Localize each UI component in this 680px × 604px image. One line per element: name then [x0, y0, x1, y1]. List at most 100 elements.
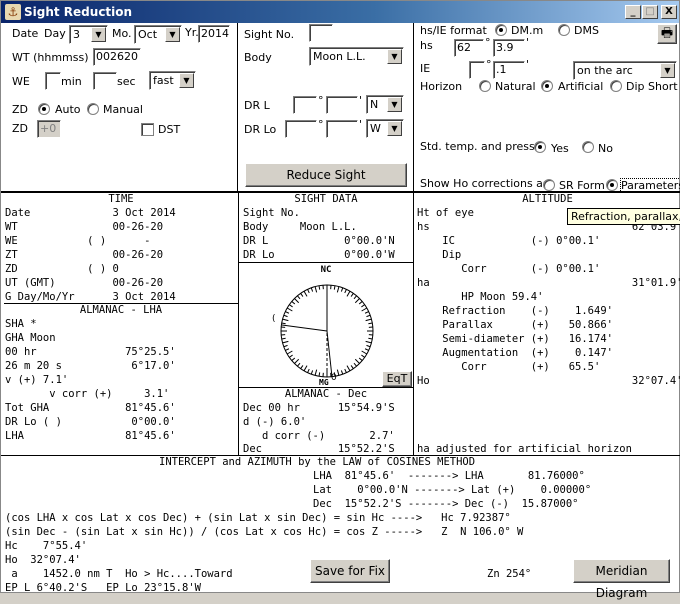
- altitude-line: Dip: [417, 248, 461, 262]
- reduce-sight-button[interactable]: Reduce Sight: [245, 163, 407, 187]
- meridian-diagram-label: Meridian Diagram: [596, 564, 648, 600]
- min-label: min: [61, 75, 82, 88]
- chevron-down-icon: ▼: [387, 97, 402, 112]
- altitude-line: ha 31°01.9': [417, 276, 680, 290]
- degree-symbol: °: [485, 36, 491, 49]
- format-dms-label: DMS: [574, 24, 599, 37]
- almanac-lha-line: LHA 81°45.6': [5, 429, 176, 443]
- hs-label: hs: [420, 39, 433, 52]
- dial-tick: [308, 289, 310, 293]
- dial-tick: [285, 349, 289, 351]
- we-direction-select[interactable]: fast▼: [149, 71, 196, 90]
- dial-tick: [308, 369, 310, 373]
- horizon-dipshort-radio[interactable]: [610, 80, 622, 92]
- dial-tick: [283, 341, 289, 343]
- hsie-format-label: hs/IE format: [420, 24, 487, 37]
- std-no-radio[interactable]: [582, 141, 594, 153]
- horizon-dipshort-label: Dip Short: [626, 80, 678, 93]
- time-line: ZT 00-26-20: [5, 248, 163, 262]
- ie-direction-value: on the arc: [577, 64, 633, 77]
- zd-manual-radio[interactable]: [87, 103, 99, 115]
- altitude-line: Augmentation (+) 0.147': [417, 346, 613, 360]
- horizon-artificial-radio[interactable]: [541, 80, 553, 92]
- save-for-fix-label: Save for Fix: [315, 564, 385, 578]
- dial-tick: [287, 308, 292, 311]
- dial-tick: [345, 369, 347, 373]
- year-input[interactable]: 2014: [198, 25, 230, 43]
- ie-min-input[interactable]: .1: [493, 61, 525, 79]
- degree-symbol: °: [318, 94, 324, 107]
- dial-tick: [368, 323, 372, 324]
- dst-label: DST: [158, 123, 180, 136]
- dial-tick: [315, 370, 317, 376]
- month-select[interactable]: Oct▼: [134, 25, 182, 44]
- almanac-lha-line: 00 hr 75°25.5': [5, 345, 176, 359]
- dial-tick: [301, 365, 303, 368]
- sight-no-input[interactable]: [309, 24, 333, 42]
- dial-tick: [297, 363, 300, 366]
- altitude-line: Corr (+) 65.5': [417, 360, 600, 374]
- almanac-dec-line: d (-) 6.0': [243, 415, 306, 429]
- formula-line: (sin Dec - (sin Lat x sin Hc)) / (cos La…: [5, 525, 523, 539]
- dr-lon-dir-select[interactable]: W▼: [366, 119, 404, 138]
- dial-tick: [359, 301, 362, 304]
- eqt-button[interactable]: EqT: [382, 371, 412, 387]
- we-sec-input[interactable]: [93, 72, 117, 90]
- close-button[interactable]: X: [661, 5, 677, 19]
- dr-lat-deg-input[interactable]: [293, 96, 317, 114]
- wt-input[interactable]: 002620: [93, 48, 141, 66]
- std-no-label: No: [598, 142, 613, 155]
- format-dmm-radio[interactable]: [495, 24, 507, 36]
- meridian-diagram-button[interactable]: Meridian Diagram: [573, 559, 670, 583]
- sr-form-radio[interactable]: [543, 179, 555, 191]
- dial-tick: [297, 296, 300, 299]
- ie-direction-select[interactable]: on the arc▼: [573, 61, 677, 80]
- dst-checkbox[interactable]: [141, 123, 154, 136]
- sight-data-line: DR Lo 0°00.0'W: [243, 248, 395, 262]
- title-bar[interactable]: ⚓ Sight Reduction _ □ X: [1, 1, 679, 23]
- we-min-input[interactable]: [45, 72, 61, 90]
- dial-tick: [337, 287, 339, 293]
- maximize-button[interactable]: □: [642, 5, 658, 19]
- dr-lon-min-input[interactable]: [326, 120, 358, 138]
- diagram-bottom-zero: 0: [331, 373, 337, 383]
- print-button[interactable]: 🖶: [657, 24, 677, 44]
- degree-symbol: °: [486, 58, 492, 71]
- time-line: G Day/Mo/Yr 3 Oct 2014: [5, 290, 176, 304]
- dr-lat-dir-select[interactable]: N▼: [366, 95, 404, 114]
- minimize-button[interactable]: _: [625, 5, 641, 19]
- dr-lat-min-input[interactable]: [326, 96, 358, 114]
- zd-auto-radio[interactable]: [38, 103, 50, 115]
- zd-input[interactable]: +0: [37, 120, 61, 138]
- dial-tick: [355, 298, 359, 302]
- almanac-lha-line: v corr (+) 3.1': [5, 387, 169, 401]
- minute-symbol: ': [359, 118, 362, 131]
- day-select[interactable]: 3▼: [69, 25, 108, 44]
- horizon-natural-label: Natural: [495, 80, 536, 93]
- hs-min-input[interactable]: 3.9: [493, 39, 525, 57]
- dial-tick: [341, 288, 342, 292]
- std-yes-radio[interactable]: [534, 141, 546, 153]
- hour-angle-line: [282, 325, 327, 331]
- parameters-radio[interactable]: [606, 179, 618, 191]
- altitude-line: Ho 32°07.4': [417, 374, 680, 388]
- dial-tick: [284, 345, 288, 346]
- almanac-dec-line: Dec 00 hr 15°54.9'S: [243, 401, 395, 415]
- minute-symbol: ': [359, 94, 362, 107]
- format-dms-radio[interactable]: [558, 24, 570, 36]
- we-label: WE: [12, 75, 30, 88]
- dial-tick: [311, 370, 312, 374]
- dr-lon-deg-input[interactable]: [285, 120, 317, 138]
- divider: [413, 193, 414, 455]
- altitude-line: Ht of eye: [417, 206, 474, 220]
- zd2-label: ZD: [12, 122, 28, 135]
- time-header: TIME: [5, 192, 237, 206]
- horizon-natural-radio[interactable]: [479, 80, 491, 92]
- month-label: Mo.: [112, 27, 132, 40]
- save-for-fix-button[interactable]: Save for Fix: [310, 559, 390, 583]
- ie-deg-input[interactable]: [469, 61, 485, 79]
- degree-symbol: °: [318, 118, 324, 131]
- hs-deg-input[interactable]: 62: [454, 39, 484, 57]
- body-select[interactable]: Moon L.L.▼: [309, 47, 404, 66]
- dial-tick: [366, 319, 372, 321]
